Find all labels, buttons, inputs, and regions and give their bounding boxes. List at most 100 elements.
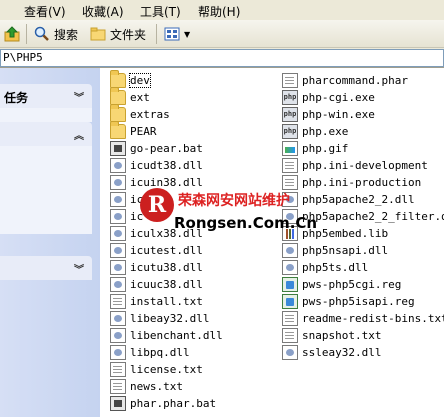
file-name: php.ini-production [302, 176, 422, 189]
task-pane: 任务 ︾ ︽ ︾ [0, 68, 100, 417]
menu-tools[interactable]: 工具(T) [140, 3, 181, 20]
file-name: icuuc38.dll [130, 278, 203, 291]
file-item[interactable]: libeay32.dll [110, 310, 209, 327]
file-item[interactable]: news.txt [110, 378, 183, 395]
file-item[interactable]: license.txt [110, 361, 203, 378]
task-section-header[interactable]: 任务 ︾ [0, 84, 92, 108]
text-file-icon [110, 294, 126, 309]
file-item[interactable]: icutest.dll [110, 242, 203, 259]
file-item[interactable]: php5nsapi.dll [282, 242, 388, 259]
file-name: php5ts.dll [302, 261, 369, 274]
file-item[interactable]: snapshot.txt [282, 327, 381, 344]
batch-file-icon [110, 141, 126, 156]
file-item[interactable]: PEAR [110, 121, 157, 140]
lib-file-icon [282, 226, 298, 241]
file-item[interactable]: icuuc38.dll [110, 276, 203, 293]
views-icon [164, 27, 180, 41]
file-item[interactable]: install.txt [110, 293, 203, 310]
file-item[interactable]: icuin38.dll [110, 174, 203, 191]
dll-file-icon [110, 209, 126, 224]
file-name: php5nsapi.dll [302, 244, 389, 257]
file-item[interactable]: extras [110, 104, 170, 123]
file-name: php-win.exe [302, 108, 375, 121]
folders-button[interactable]: 文件夹 [90, 24, 146, 44]
file-item[interactable]: php5apache2_2_filter.dll [282, 208, 444, 225]
file-item[interactable]: php5apache2_2.dll [282, 191, 415, 208]
folders-label: 文件夹 [110, 27, 147, 42]
task-section-header-2[interactable]: ︽ [0, 122, 92, 146]
file-item[interactable]: icutu38.dll [110, 259, 203, 276]
file-item[interactable]: icudt38.dll [110, 157, 203, 174]
exe-file-icon: php [282, 124, 298, 139]
registry-file-icon [282, 294, 298, 309]
registry-file-icon [282, 277, 298, 292]
exe-file-icon: php [282, 90, 298, 105]
file-item[interactable]: ic [110, 208, 143, 225]
file-name: pws-php5isapi.reg [302, 295, 415, 308]
dll-file-icon [110, 277, 126, 292]
dll-file-icon [110, 345, 126, 360]
file-name: snapshot.txt [302, 329, 382, 342]
dll-file-icon [110, 260, 126, 275]
file-item[interactable]: libpq.dll [110, 344, 190, 361]
file-item[interactable]: php php.exe [282, 123, 348, 140]
file-item[interactable]: ssleay32.dll [282, 344, 381, 361]
file-name: iculx38.dll [130, 227, 203, 240]
toolbar-separator [26, 24, 27, 44]
file-name: php5embed.lib [302, 227, 389, 240]
menu-view[interactable]: 查看(V) [24, 3, 66, 20]
menu-favorites[interactable]: 收藏(A) [82, 3, 124, 20]
file-item[interactable]: iculx38.dll [110, 225, 203, 242]
expand-chevron-icon: ︽ [74, 131, 84, 142]
ini-file-icon [282, 175, 298, 190]
file-name: PEAR [130, 125, 157, 138]
ini-file-icon [282, 158, 298, 173]
menu-help[interactable]: 帮助(H) [198, 3, 240, 20]
file-name: license.txt [130, 363, 203, 376]
text-file-icon [282, 328, 298, 343]
up-folder-button[interactable] [4, 24, 20, 44]
file-name: ic [130, 193, 144, 206]
exe-file-icon: php [282, 107, 298, 122]
file-name: ext [130, 91, 150, 104]
file-name: php.ini-development [302, 159, 428, 172]
file-item[interactable]: ic [110, 191, 143, 208]
file-item[interactable]: pharcommand.phar [282, 72, 408, 89]
file-item[interactable]: go-pear.bat [110, 140, 203, 157]
toolbar-separator [156, 24, 157, 44]
file-item[interactable]: php.ini-development [282, 157, 428, 174]
file-name: libenchant.dll [130, 329, 223, 342]
file-name: php.gif [302, 142, 349, 155]
text-file-icon [110, 362, 126, 377]
file-name: icudt38.dll [130, 159, 203, 172]
text-file-icon [110, 379, 126, 394]
file-name: phar.phar.bat [130, 397, 217, 410]
file-item[interactable]: php.gif [282, 140, 348, 157]
file-name: php-cgi.exe [302, 91, 375, 104]
dll-file-icon [110, 192, 126, 207]
address-input[interactable]: P\PHP5 [0, 49, 444, 67]
task-section-header-3[interactable]: ︾ [0, 256, 92, 280]
file-item[interactable]: php5ts.dll [282, 259, 368, 276]
file-item[interactable]: php.ini-production [282, 174, 421, 191]
search-button[interactable]: 搜索 [34, 24, 78, 44]
file-name: go-pear.bat [130, 142, 203, 155]
views-button[interactable]: ▼ [164, 24, 190, 44]
collapse-chevron-icon: ︾ [74, 265, 84, 276]
file-item[interactable]: phar.phar.bat [110, 395, 216, 412]
folder-icon [110, 87, 126, 105]
dll-file-icon [282, 260, 298, 275]
toolbar: 搜索 文件夹 ▼ [0, 20, 444, 48]
file-name: dev [129, 73, 151, 88]
file-item[interactable]: libenchant.dll [110, 327, 223, 344]
file-item[interactable]: php php-cgi.exe [282, 89, 375, 106]
dll-file-icon [282, 192, 298, 207]
file-item[interactable]: php php-win.exe [282, 106, 375, 123]
file-name: php5apache2_2_filter.dll [302, 210, 444, 223]
file-item[interactable]: pws-php5cgi.reg [282, 276, 401, 293]
file-list: dev ext extras PEAR go-pear.bat icudt38.dll ic… [100, 68, 444, 417]
file-item[interactable]: php5embed.lib [282, 225, 388, 242]
file-item[interactable]: pws-php5isapi.reg [282, 293, 415, 310]
file-name: icuin38.dll [130, 176, 203, 189]
file-item[interactable]: readme-redist-bins.txt [282, 310, 444, 327]
